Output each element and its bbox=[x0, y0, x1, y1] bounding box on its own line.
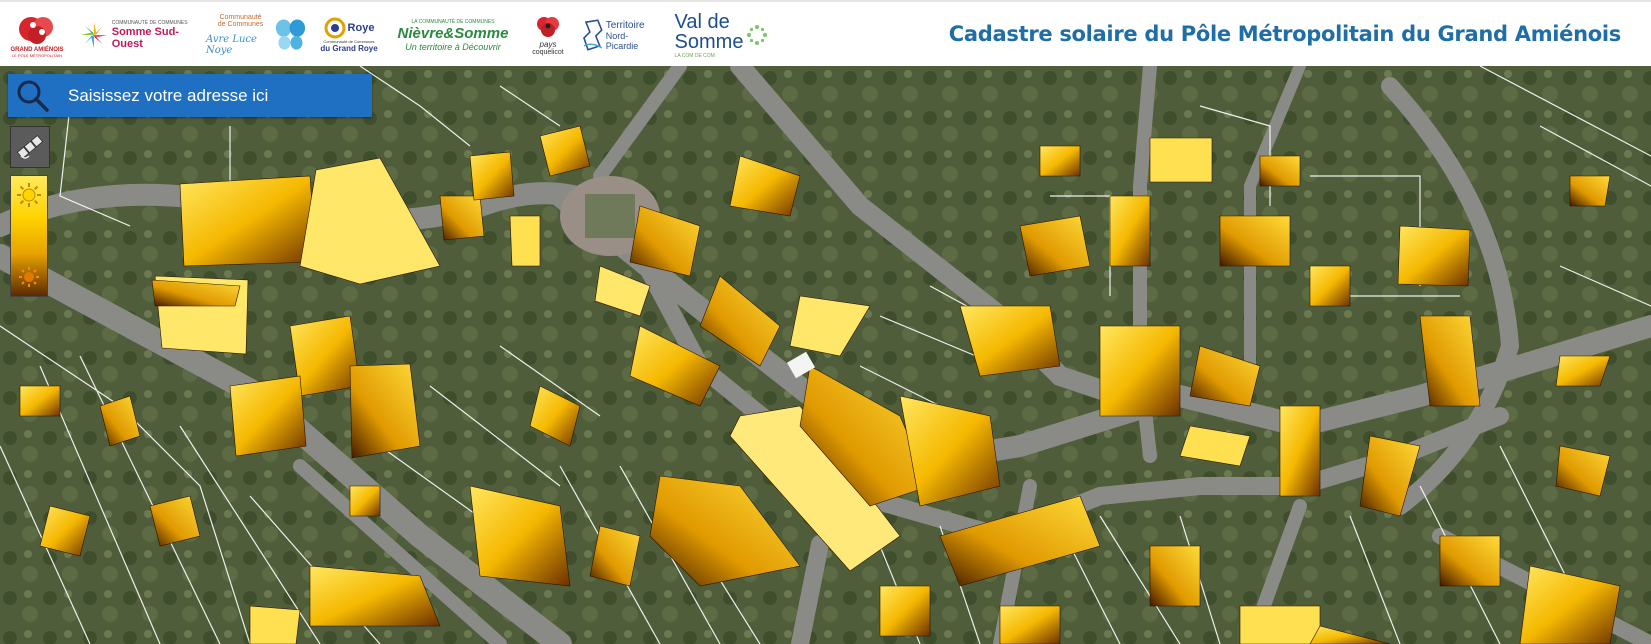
territory-map-icon bbox=[583, 19, 603, 51]
search-icon[interactable] bbox=[14, 77, 52, 115]
grand-roye-logo: Roye Communauté de Communes du Grand Roy… bbox=[320, 6, 378, 64]
flower-dots-icon bbox=[747, 25, 768, 45]
address-search-bar[interactable] bbox=[8, 74, 372, 117]
solar-potential-legend bbox=[10, 175, 48, 297]
poppy-icon bbox=[537, 17, 559, 37]
somme-sud-ouest-logo: COMMUNAUTÉ DE COMMUNES Somme Sud-Ouest bbox=[80, 6, 192, 64]
val-de-somme-logo: Val de Somme LA COM DE COM bbox=[674, 6, 770, 64]
satellite-icon bbox=[16, 135, 44, 159]
sunburst-icon bbox=[80, 21, 107, 49]
partner-logos: GRAND AMIÉNOIS LE PÔLE MÉTROPOLITAIN COM… bbox=[8, 6, 770, 64]
map-canvas[interactable] bbox=[0, 66, 1651, 644]
address-search-input[interactable] bbox=[66, 84, 360, 107]
roye-sun-icon bbox=[324, 17, 346, 39]
sun-bright-icon bbox=[17, 183, 41, 207]
nievre-somme-logo: LA COMMUNAUTÉ DE COMMUNES Nièvre&Somme U… bbox=[397, 18, 509, 52]
site-title: Cadastre solaire du Pôle Métropolitain d… bbox=[948, 22, 1622, 46]
avre-luce-noye-logo: Communauté de Communes Avre Luce Noye bbox=[206, 6, 306, 64]
butterfly-icon bbox=[275, 19, 306, 50]
pays-coquelicot-logo: pays coquelicot bbox=[528, 6, 568, 64]
territoire-nord-picardie-logo: Territoire Nord-Picardie bbox=[582, 6, 660, 64]
satellite-layer-button[interactable] bbox=[10, 126, 50, 168]
grand-amienois-mark-icon bbox=[19, 16, 53, 44]
header-bar: GRAND AMIÉNOIS LE PÔLE MÉTROPOLITAIN COM… bbox=[0, 0, 1651, 66]
grand-amienois-logo: GRAND AMIÉNOIS LE PÔLE MÉTROPOLITAIN bbox=[8, 6, 66, 64]
sun-dim-icon bbox=[19, 267, 39, 287]
solar-map[interactable] bbox=[0, 66, 1651, 644]
